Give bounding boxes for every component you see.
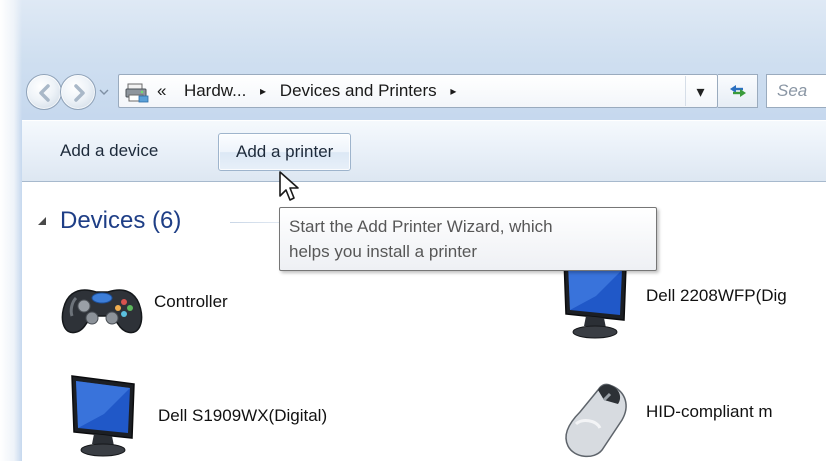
add-printer-tooltip: Start the Add Printer Wizard, which help…	[279, 207, 657, 271]
gamepad-icon	[54, 254, 150, 350]
breadcrumb-hardware[interactable]: Hardw...	[184, 75, 246, 107]
navigation-bar: « Hardw... ▸ Devices and Printers ▸ ▾ Se…	[24, 66, 826, 120]
refresh-icon	[729, 85, 746, 97]
device-item-hid-compliant-mouse[interactable]: HID-compliant m	[546, 364, 773, 460]
tooltip-line-2: helps you install a printer	[289, 242, 478, 261]
collapse-arrow-icon[interactable]	[36, 215, 48, 227]
breadcrumb-separator[interactable]: ▸	[450, 75, 456, 107]
devices-group-header[interactable]: Devices (6)	[36, 204, 181, 238]
breadcrumb-overflow[interactable]: «	[157, 75, 166, 107]
breadcrumb-separator[interactable]: ▸	[260, 75, 266, 107]
back-button[interactable]	[26, 74, 62, 110]
device-item-controller[interactable]: Controller	[54, 254, 228, 350]
mouse-icon	[546, 364, 642, 460]
window-edge	[0, 0, 22, 461]
tooltip-line-1: Start the Add Printer Wizard, which	[289, 217, 553, 236]
breadcrumb: « Hardw... ▸ Devices and Printers ▸	[157, 75, 465, 107]
back-arrow-icon	[39, 84, 50, 102]
devices-group-title: Devices (6)	[60, 207, 182, 234]
address-bar[interactable]: « Hardw... ▸ Devices and Printers ▸ ▾	[118, 74, 718, 108]
device-label: Dell 2208WFP(Dig	[646, 286, 787, 305]
address-dropdown-button[interactable]: ▾	[685, 76, 715, 106]
explorer-window: « Hardw... ▸ Devices and Printers ▸ ▾ Se…	[0, 0, 826, 461]
printer-folder-icon	[125, 83, 149, 103]
forward-arrow-icon	[74, 84, 85, 102]
device-label: Dell S1909WX(Digital)	[158, 406, 328, 425]
refresh-button[interactable]	[718, 74, 758, 108]
forward-button[interactable]	[60, 74, 96, 110]
add-device-button[interactable]: Add a device	[46, 133, 172, 171]
device-label: Controller	[154, 292, 228, 311]
breadcrumb-devices-and-printers[interactable]: Devices and Printers	[280, 75, 437, 107]
monitor-icon	[58, 368, 154, 461]
search-input[interactable]: Sea	[766, 74, 826, 108]
command-bar: Add a device Add a printer	[22, 120, 826, 182]
device-item-dell-s1909wx[interactable]: Dell S1909WX(Digital)	[58, 368, 327, 461]
mouse-cursor-icon	[279, 171, 299, 201]
add-printer-button[interactable]: Add a printer	[218, 133, 352, 171]
chevron-down-icon[interactable]	[98, 86, 110, 98]
device-label: HID-compliant m	[646, 402, 773, 421]
chevron-down-icon: ▾	[696, 81, 705, 101]
